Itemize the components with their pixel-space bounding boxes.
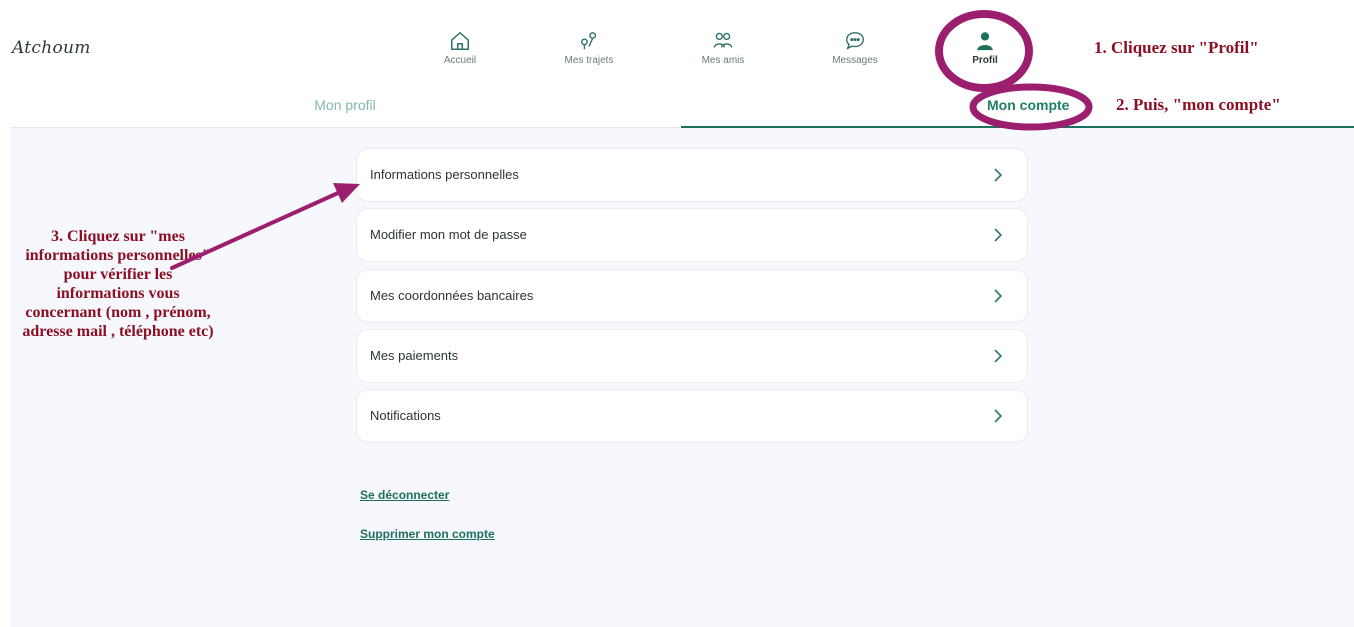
- chevron-right-icon: [994, 289, 1003, 303]
- menu-notifications[interactable]: Notifications: [356, 389, 1028, 443]
- chat-bubble-icon: [846, 32, 864, 50]
- menu-item-label: Informations personnelles: [370, 167, 519, 182]
- nav-mes-trajets[interactable]: Mes trajets: [544, 30, 634, 74]
- menu-modifier-mot-de-passe[interactable]: Modifier mon mot de passe: [356, 208, 1028, 262]
- app-logo[interactable]: Atchoum: [12, 38, 91, 58]
- menu-item-label: Modifier mon mot de passe: [370, 227, 527, 242]
- menu-coordonnees-bancaires[interactable]: Mes coordonnées bancaires: [356, 269, 1028, 323]
- chevron-right-icon: [994, 168, 1003, 182]
- menu-mes-paiements[interactable]: Mes paiements: [356, 329, 1028, 383]
- logout-link[interactable]: Se déconnecter: [360, 488, 449, 502]
- menu-item-label: Notifications: [370, 408, 441, 423]
- chevron-right-icon: [994, 349, 1003, 363]
- nav-label: Mes amis: [701, 55, 745, 66]
- nav-label: Accueil: [443, 55, 477, 66]
- route-pin-icon: [580, 32, 597, 50]
- menu-item-label: Mes paiements: [370, 348, 459, 363]
- annotation-step-3: 3. Cliquez sur "mes informations personn…: [22, 228, 214, 340]
- user-icon: [977, 32, 993, 51]
- tab-mon-profil[interactable]: Mon profil: [10, 84, 680, 128]
- nav-messages[interactable]: Messages: [810, 30, 900, 74]
- nav-label: Profil: [972, 55, 998, 66]
- home-icon: [451, 32, 469, 50]
- tab-label: Mon compte: [987, 97, 1070, 113]
- chevron-right-icon: [994, 228, 1003, 242]
- annotation-step-2: 2. Puis, "mon compte": [1116, 95, 1281, 114]
- delete-account-link[interactable]: Supprimer mon compte: [360, 527, 495, 541]
- friends-icon: [713, 32, 733, 48]
- chevron-right-icon: [994, 409, 1003, 423]
- annotation-step-1: 1. Cliquez sur "Profil": [1094, 38, 1259, 57]
- menu-informations-personnelles[interactable]: Informations personnelles: [356, 148, 1028, 202]
- nav-label: Messages: [832, 55, 878, 66]
- account-content: Informations personnelles Modifier mon m…: [10, 128, 1354, 627]
- nav-profil[interactable]: Profil: [940, 30, 1030, 74]
- menu-item-label: Mes coordonnées bancaires: [370, 288, 534, 303]
- nav-accueil[interactable]: Accueil: [415, 30, 505, 74]
- nav-label: Mes trajets: [564, 55, 614, 66]
- nav-mes-amis[interactable]: Mes amis: [678, 30, 768, 74]
